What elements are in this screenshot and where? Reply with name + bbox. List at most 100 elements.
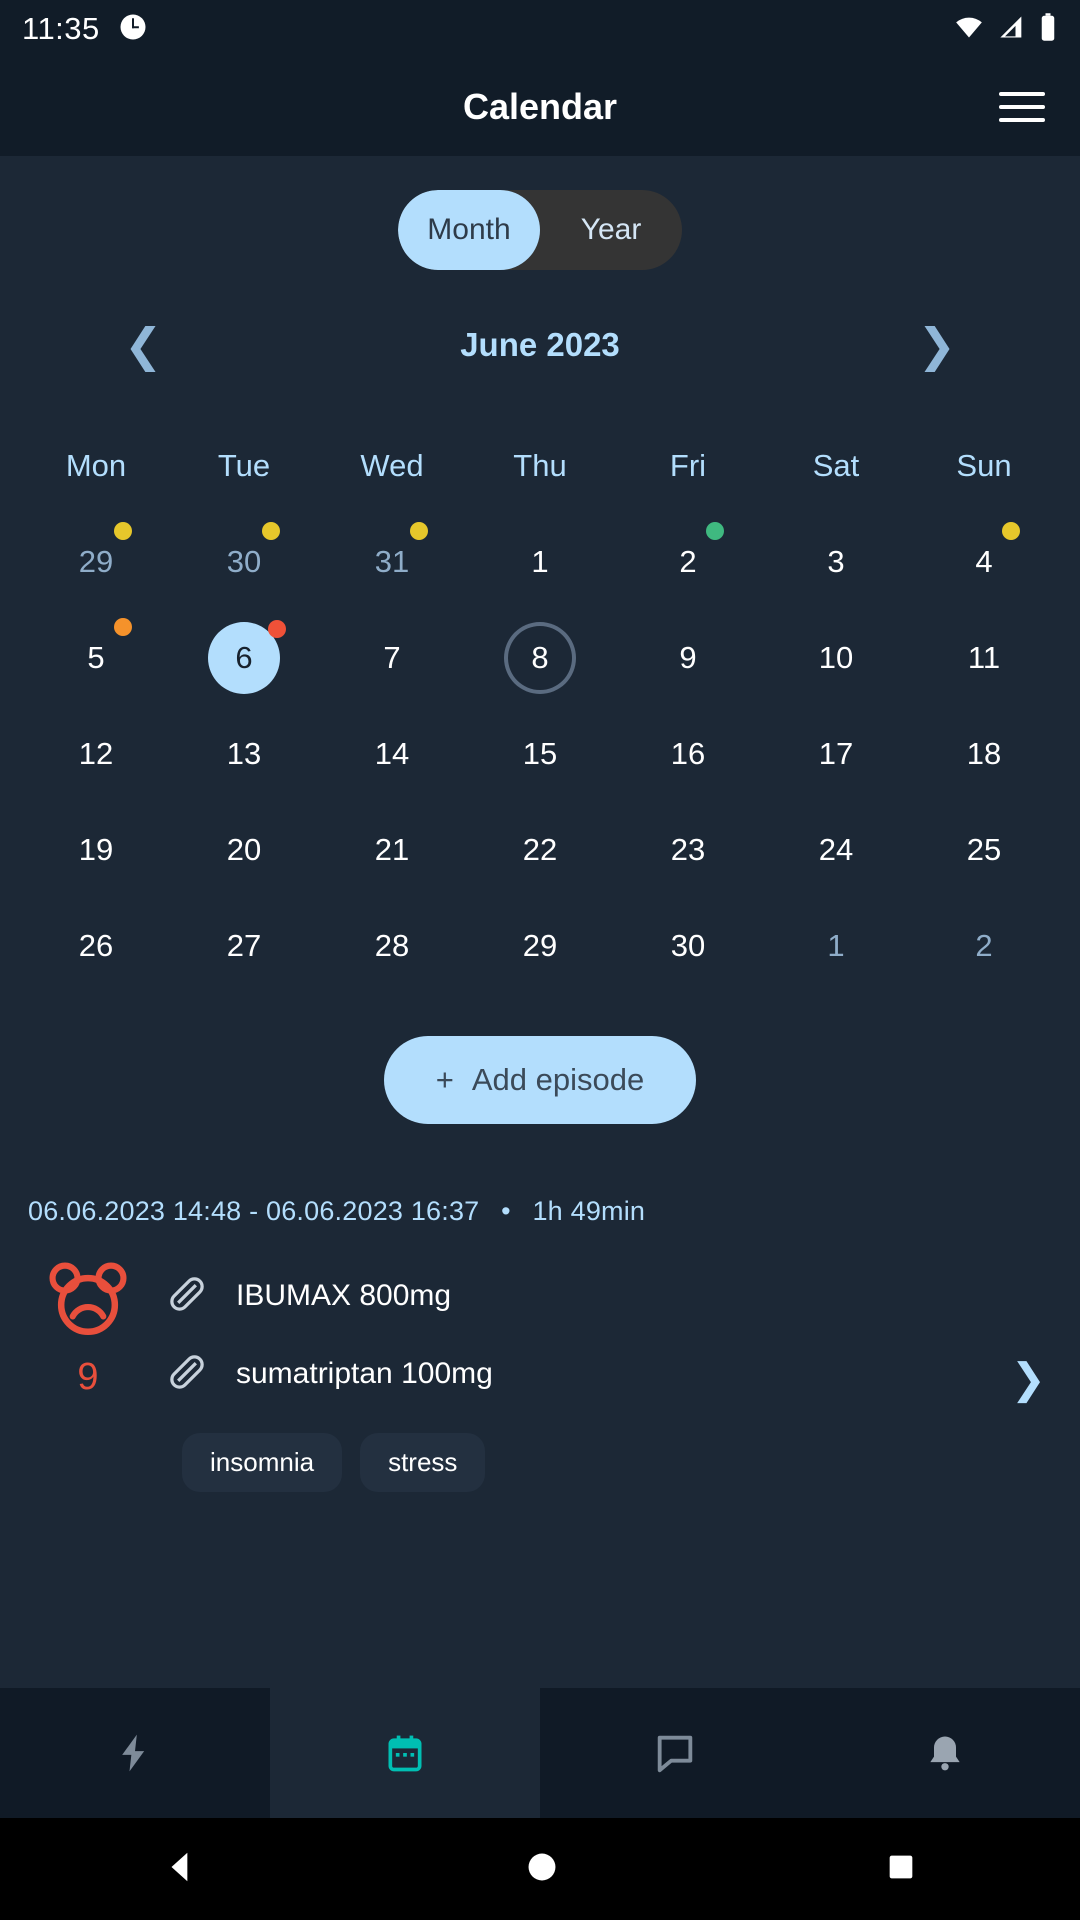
- medication-row: IBUMAX 800mg: [164, 1257, 1052, 1335]
- calendar-day[interactable]: 17: [800, 718, 872, 790]
- calendar-day[interactable]: 14: [356, 718, 428, 790]
- calendar-day-cell[interactable]: 15: [466, 706, 614, 802]
- calendar-day[interactable]: 22: [504, 814, 576, 886]
- calendar-day[interactable]: 28: [356, 910, 428, 982]
- page-title: Calendar: [462, 86, 618, 127]
- calendar-day-cell[interactable]: 21: [318, 802, 466, 898]
- calendar-day-cell[interactable]: 2: [614, 514, 762, 610]
- calendar-day-cell[interactable]: 29: [22, 514, 170, 610]
- calendar-day-cell[interactable]: 10: [762, 610, 910, 706]
- calendar-day[interactable]: 15: [504, 718, 576, 790]
- chevron-right-icon[interactable]: ❯: [903, 314, 970, 376]
- calendar-day-cell[interactable]: 25: [910, 802, 1058, 898]
- nav-tab-messages[interactable]: [540, 1688, 810, 1818]
- calendar-week-row: 26 27 28 29 30 1 2: [22, 898, 1058, 994]
- calendar-day[interactable]: 7: [356, 622, 428, 694]
- calendar-day-cell[interactable]: 14: [318, 706, 466, 802]
- calendar-day[interactable]: 2: [948, 910, 1020, 982]
- calendar-day[interactable]: 18: [948, 718, 1020, 790]
- calendar-day-cell[interactable]: 13: [170, 706, 318, 802]
- calendar-day[interactable]: 10: [800, 622, 872, 694]
- calendar-day-today[interactable]: 8: [504, 622, 576, 694]
- nav-tab-calendar[interactable]: [270, 1688, 540, 1818]
- medication-name: IBUMAX 800mg: [236, 1279, 452, 1312]
- calendar-day-cell[interactable]: 26: [22, 898, 170, 994]
- calendar-day[interactable]: 27: [208, 910, 280, 982]
- calendar-day-cell[interactable]: 4: [910, 514, 1058, 610]
- weekday-header-row: Mon Tue Wed Thu Fri Sat Sun: [22, 418, 1058, 514]
- episode-detail-chevron-right-icon[interactable]: ❯: [1011, 1354, 1046, 1403]
- calendar-day[interactable]: 16: [652, 718, 724, 790]
- calendar-day[interactable]: 20: [208, 814, 280, 886]
- calendar-day[interactable]: 19: [60, 814, 132, 886]
- calendar-day[interactable]: 23: [652, 814, 724, 886]
- nav-tab-activity[interactable]: [0, 1688, 270, 1818]
- calendar-day-cell[interactable]: 11: [910, 610, 1058, 706]
- calendar-day-cell[interactable]: 24: [762, 802, 910, 898]
- episode-time-text: 06.06.2023 14:48 - 06.06.2023 16:37: [28, 1196, 480, 1226]
- triangle-back-icon[interactable]: [162, 1848, 200, 1891]
- tag-chip[interactable]: insomnia: [182, 1433, 343, 1492]
- circle-home-icon[interactable]: [523, 1848, 561, 1891]
- calendar-day[interactable]: 9: [652, 622, 724, 694]
- calendar-day-cell[interactable]: 30: [614, 898, 762, 994]
- calendar-day-cell[interactable]: 30: [170, 514, 318, 610]
- status-bar-right: [952, 12, 1058, 47]
- calendar-day[interactable]: 13: [208, 718, 280, 790]
- weekday-label: Sat: [812, 448, 860, 483]
- calendar-day-cell[interactable]: 2: [910, 898, 1058, 994]
- toggle-year[interactable]: Year: [540, 190, 682, 270]
- lightning-bolt-icon: [122, 1734, 145, 1772]
- calendar-day-cell[interactable]: 7: [318, 610, 466, 706]
- calendar-day[interactable]: 1: [800, 910, 872, 982]
- calendar-day-cell[interactable]: 6: [170, 610, 318, 706]
- calendar-day[interactable]: 12: [60, 718, 132, 790]
- calendar-day-cell[interactable]: 1: [762, 898, 910, 994]
- calendar-day[interactable]: 3: [800, 526, 872, 598]
- calendar-day-cell[interactable]: 20: [170, 802, 318, 898]
- calendar-day[interactable]: 11: [948, 622, 1020, 694]
- toggle-month[interactable]: Month: [398, 190, 540, 270]
- calendar-day-cell[interactable]: 29: [466, 898, 614, 994]
- phone-screen: 11:35 Calendar Month Year ❮ June 2023 ❯ …: [0, 0, 1080, 1920]
- calendar-day-cell[interactable]: 16: [614, 706, 762, 802]
- tag-chip[interactable]: stress: [360, 1433, 486, 1492]
- calendar-day[interactable]: 25: [948, 814, 1020, 886]
- calendar-day[interactable]: 1: [504, 526, 576, 598]
- hamburger-menu-icon[interactable]: [992, 77, 1052, 137]
- episode-card[interactable]: 06.06.2023 14:48 - 06.06.2023 16:37 • 1h…: [0, 1196, 1080, 1492]
- calendar-day-cell[interactable]: 5: [22, 610, 170, 706]
- calendar-day-cell[interactable]: 17: [762, 706, 910, 802]
- status-bar-clock: 11:35: [22, 11, 100, 46]
- pill-icon: [164, 1349, 210, 1400]
- weekday-label: Mon: [65, 448, 127, 483]
- calendar-day-cell[interactable]: 1: [466, 514, 614, 610]
- calendar-day-cell[interactable]: 8: [466, 610, 614, 706]
- calendar-day[interactable]: 29: [504, 910, 576, 982]
- calendar-day[interactable]: 26: [60, 910, 132, 982]
- medication-name: sumatriptan 100mg: [236, 1357, 493, 1390]
- app-bar: Calendar: [0, 58, 1080, 156]
- calendar-day-cell[interactable]: 19: [22, 802, 170, 898]
- nav-tab-notifications[interactable]: [810, 1688, 1080, 1818]
- menu-line: [999, 105, 1045, 109]
- calendar-day-cell[interactable]: 31: [318, 514, 466, 610]
- calendar-day[interactable]: 24: [800, 814, 872, 886]
- calendar-day-cell[interactable]: 22: [466, 802, 614, 898]
- chevron-left-icon[interactable]: ❮: [110, 314, 177, 376]
- clock-icon: [118, 12, 148, 47]
- calendar-day-cell[interactable]: 12: [22, 706, 170, 802]
- square-recents-icon[interactable]: [884, 1850, 918, 1889]
- calendar-day-cell[interactable]: 23: [614, 802, 762, 898]
- calendar-day-cell[interactable]: 3: [762, 514, 910, 610]
- weekday-header-cell: Sat: [762, 418, 910, 514]
- calendar-day-cell[interactable]: 28: [318, 898, 466, 994]
- calendar-day[interactable]: 21: [356, 814, 428, 886]
- calendar-day[interactable]: 30: [652, 910, 724, 982]
- calendar-day-cell[interactable]: 9: [614, 610, 762, 706]
- calendar-day-cell[interactable]: 27: [170, 898, 318, 994]
- add-episode-button[interactable]: + Add episode: [383, 1036, 697, 1124]
- calendar-day-cell[interactable]: 18: [910, 706, 1058, 802]
- pill-icon: [164, 1271, 210, 1322]
- episode-timerange: 06.06.2023 14:48 - 06.06.2023 16:37 • 1h…: [28, 1196, 1052, 1227]
